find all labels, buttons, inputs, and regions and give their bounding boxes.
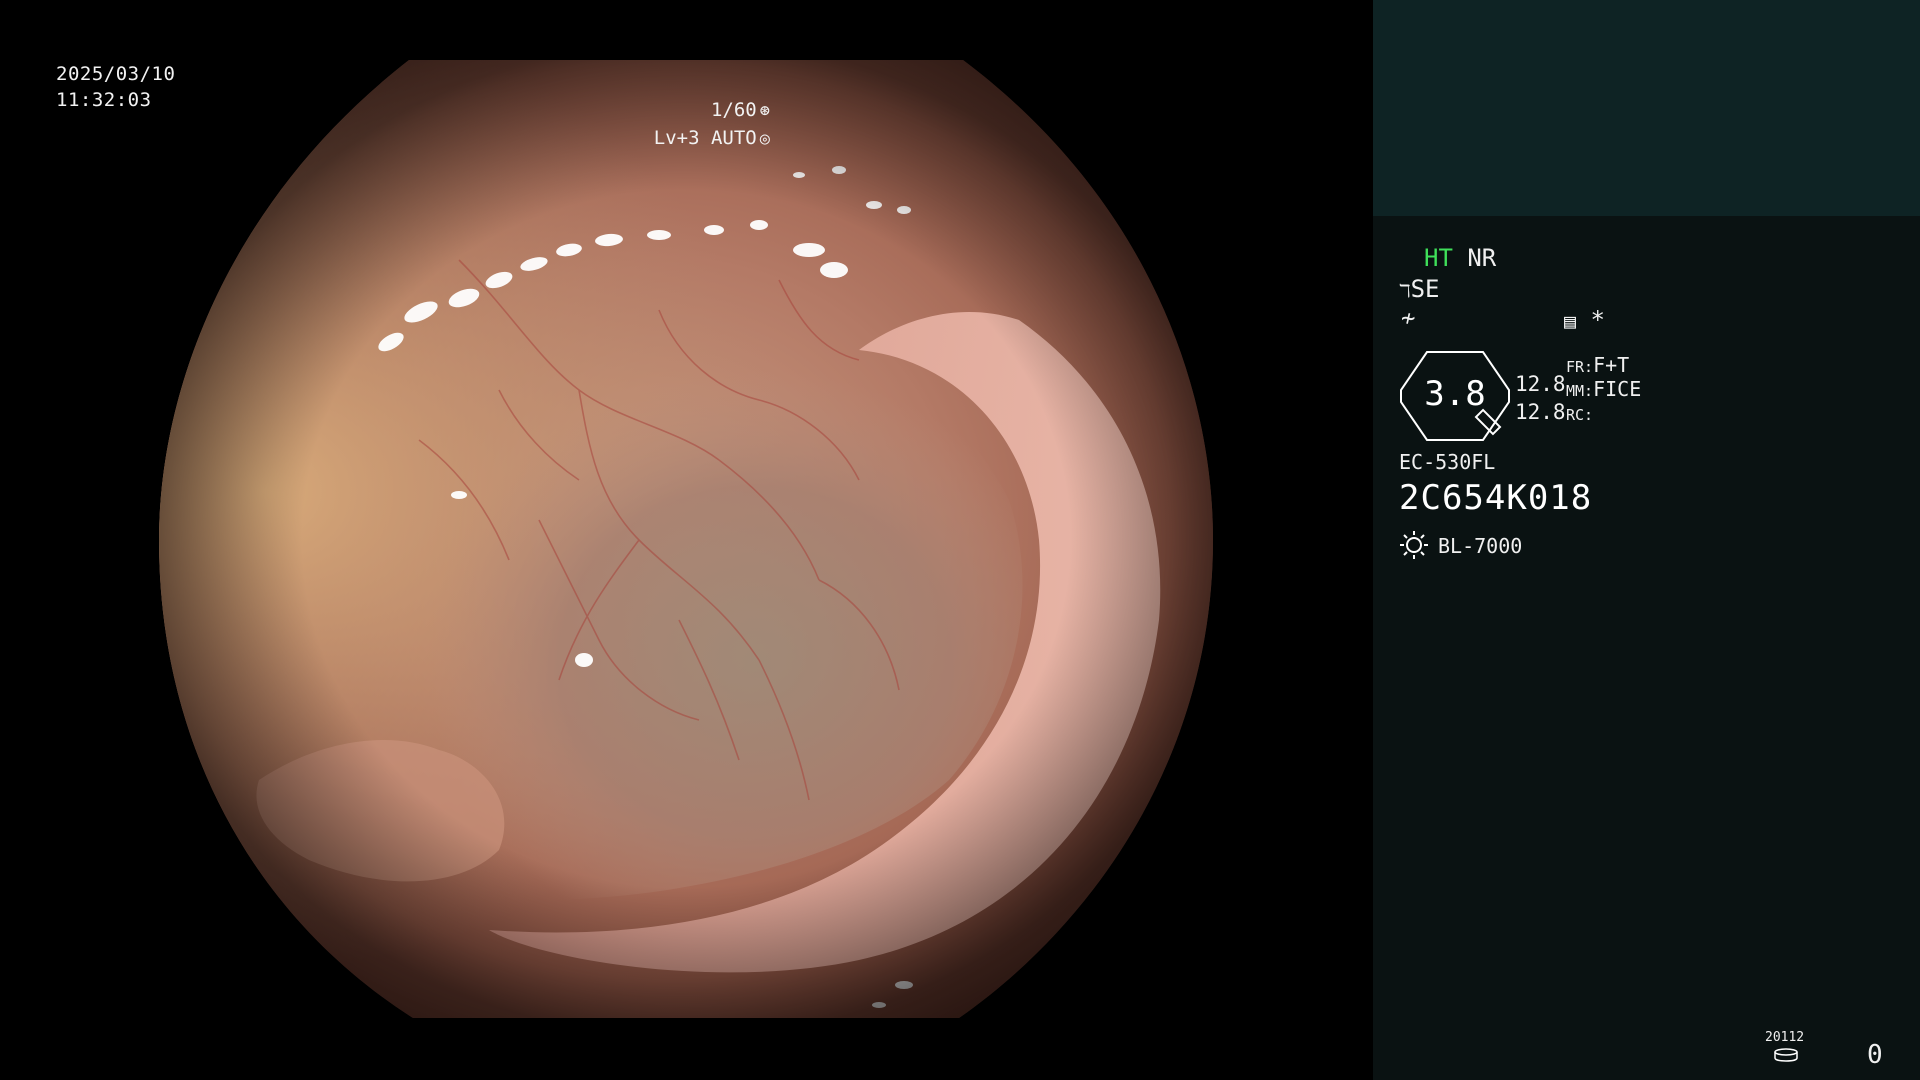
structure-enhancement-label: SE bbox=[1410, 275, 1440, 303]
iris-icon: ◎ bbox=[759, 129, 770, 149]
enhancement-icon: ℸ bbox=[1399, 281, 1411, 302]
storage-disk-icon bbox=[1774, 1048, 1798, 1062]
image-mode-row: HT NR bbox=[1424, 244, 1496, 272]
color-mode-row: ≁ bbox=[1401, 304, 1415, 332]
gamma-icon: ≁ bbox=[1401, 304, 1416, 332]
info-panel-header bbox=[1373, 0, 1920, 216]
scope-serial-number: 2C654K018 bbox=[1399, 478, 1593, 518]
ht-label: HT bbox=[1424, 244, 1453, 272]
shutter-speed-indicator: 1/60 ⊛ bbox=[711, 98, 770, 123]
colon-mucosa-image bbox=[159, 60, 1213, 1018]
magnification-value: 3.8 bbox=[1424, 374, 1486, 414]
light-source-icon bbox=[1400, 531, 1428, 559]
brightness-level-value: Lv+3 AUTO bbox=[653, 127, 757, 149]
endoscopic-image bbox=[159, 60, 1213, 1018]
aperture-icon: ⊛ bbox=[759, 101, 770, 121]
storage-code: 20112 bbox=[1765, 1030, 1805, 1045]
storage-count: 0 bbox=[1867, 1040, 1883, 1070]
fice-settings-icon: ▤ bbox=[1564, 309, 1577, 333]
nr-label: NR bbox=[1467, 244, 1497, 272]
value-2: 12.8 bbox=[1515, 400, 1566, 424]
brightness-level-indicator: Lv+3 AUTO ◎ bbox=[654, 126, 770, 151]
asterisk-marker: * bbox=[1590, 306, 1605, 334]
exam-date: 2025/03/10 bbox=[56, 63, 176, 85]
mm-value: FICE bbox=[1593, 377, 1642, 401]
scope-model: EC-530FL bbox=[1399, 450, 1496, 474]
fice-settings-row: ▤ * bbox=[1564, 306, 1605, 335]
shutter-speed-value: 1/60 bbox=[710, 99, 757, 121]
rc-label: RC: bbox=[1566, 406, 1594, 424]
rc-row: RC: bbox=[1566, 398, 1593, 429]
endoscope-view-area: 2025/03/10 11:32:03 1/60 ⊛ Lv+3 AUTO ◎ bbox=[0, 0, 1373, 1080]
structure-enhancement-row: ℸSE bbox=[1399, 275, 1440, 306]
light-source-model: BL-7000 bbox=[1438, 534, 1523, 558]
exam-time: 11:32:03 bbox=[56, 89, 152, 111]
value-1: 12.8 bbox=[1515, 372, 1566, 396]
